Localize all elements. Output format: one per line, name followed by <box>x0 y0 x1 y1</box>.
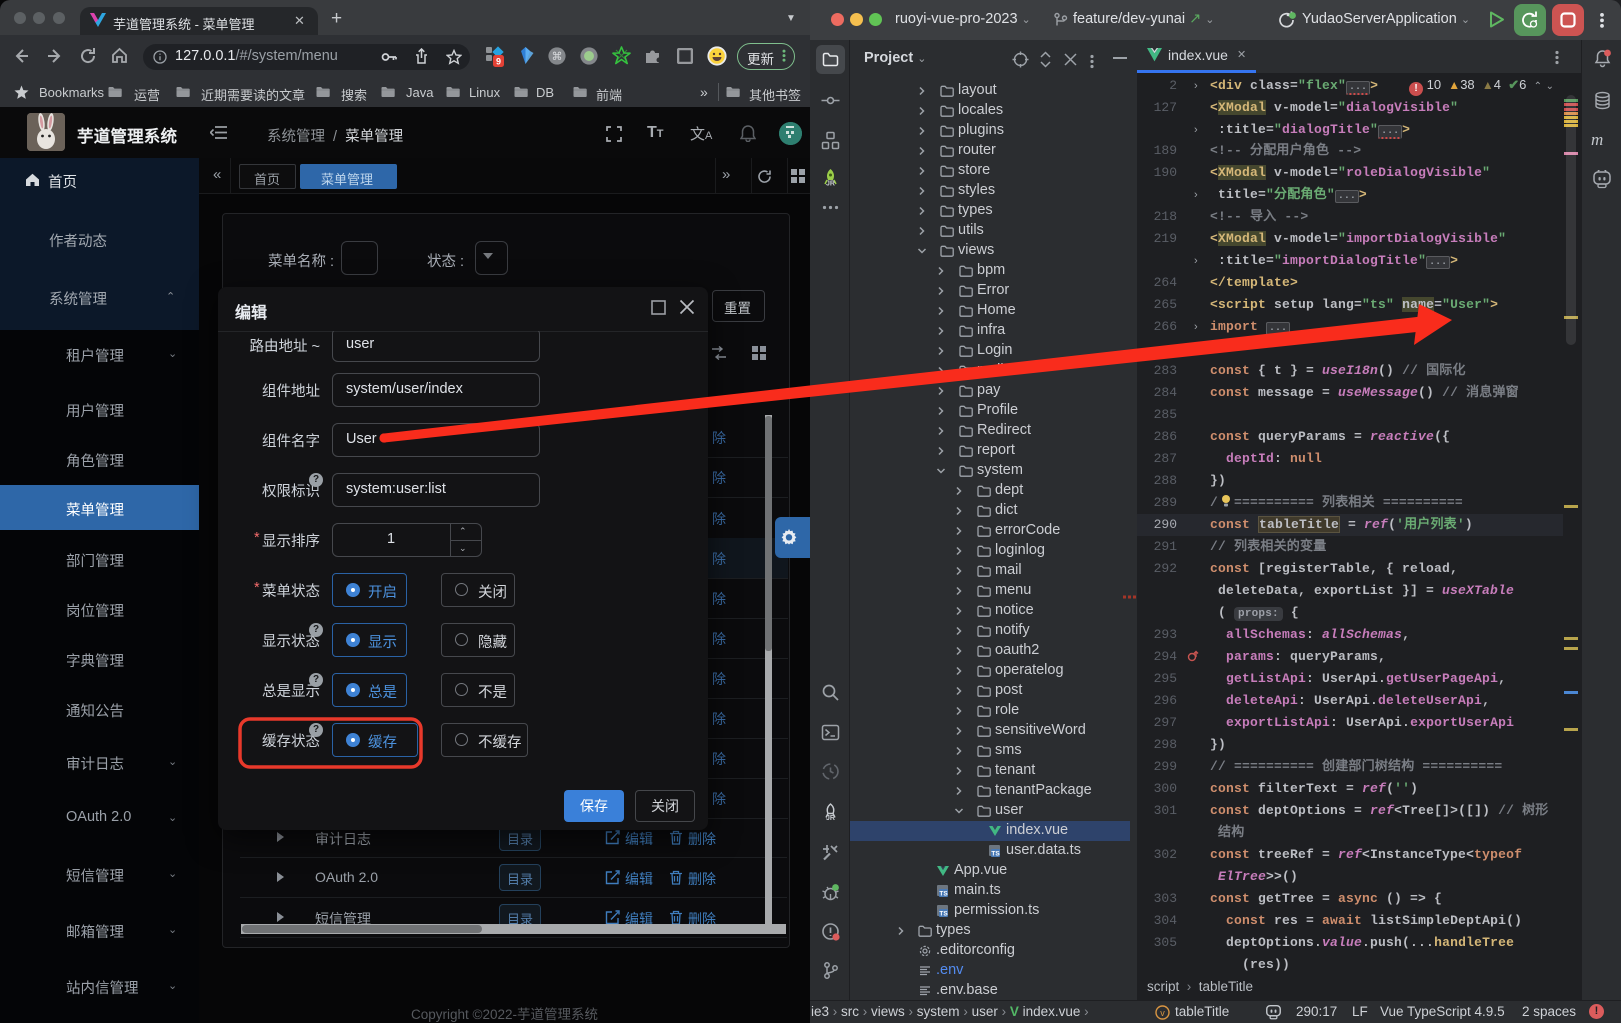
svg-text:v: v <box>1160 1008 1165 1018</box>
svg-text:9: 9 <box>496 57 501 67</box>
svg-text:TS: TS <box>939 911 948 918</box>
svg-text:JR: JR <box>826 815 835 821</box>
svg-text:JR: JR <box>826 181 835 188</box>
svg-text:⌘: ⌘ <box>552 51 563 63</box>
svg-text:TS: TS <box>939 891 948 898</box>
svg-text:TS: TS <box>991 851 1000 858</box>
